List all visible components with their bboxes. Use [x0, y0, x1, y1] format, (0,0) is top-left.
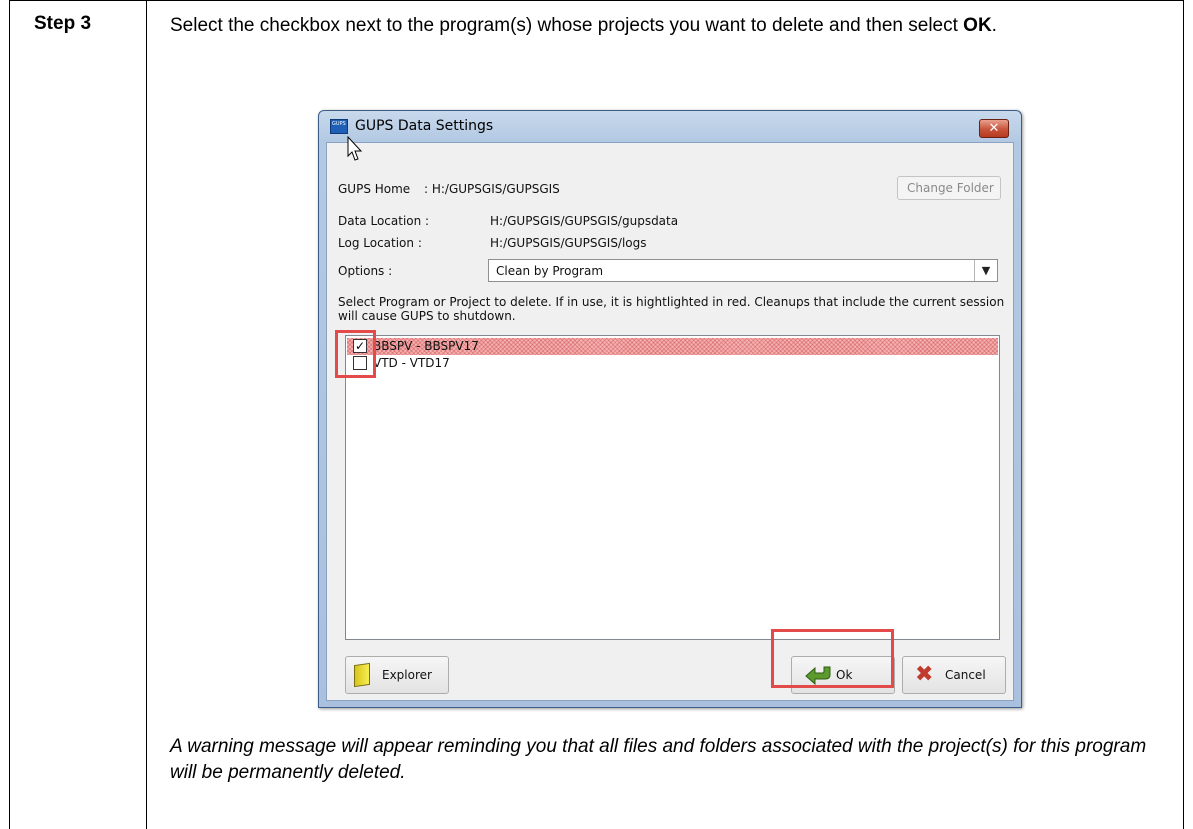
folder-icon: [354, 662, 370, 688]
dialog-body: GUPS Home : H:/GUPSGIS/GUPSGIS Change Fo…: [326, 142, 1014, 701]
table-border-top: [9, 0, 1183, 1]
dialog-title: GUPS Data Settings: [355, 118, 494, 134]
step-instruction: Select the checkbox next to the program(…: [170, 15, 997, 36]
options-selected-value: Clean by Program: [496, 264, 604, 278]
checkbox-highlight-box: [335, 330, 376, 378]
cleanup-description: Select Program or Project to delete. If …: [338, 295, 1005, 323]
data-location-value: H:/GUPSGIS/GUPSGIS/gupsdata: [490, 214, 679, 228]
gups-icon: GUPS: [330, 119, 348, 134]
options-label: Options :: [338, 264, 393, 278]
list-item[interactable]: ✓ BBSPV - BBSPV17: [347, 338, 998, 355]
mouse-cursor-icon: [347, 136, 363, 161]
dialog-title-bar[interactable]: GUPS GUPS Data Settings ✕: [319, 111, 1021, 141]
list-item[interactable]: VTD - VTD17: [347, 355, 998, 372]
log-location-value: H:/GUPSGIS/GUPSGIS/logs: [490, 236, 647, 250]
ok-button-highlight-box: [771, 629, 894, 688]
table-column-divider: [146, 0, 147, 829]
gups-data-settings-dialog: GUPS GUPS Data Settings ✕ GUPS Home : H:…: [318, 110, 1022, 708]
table-border-left: [9, 0, 10, 829]
step-label: Step 3: [34, 13, 92, 34]
gups-home-label: GUPS Home: [338, 182, 411, 196]
change-folder-button[interactable]: Change Folder: [897, 176, 1001, 200]
red-x-icon: ✖: [915, 662, 934, 687]
ok-emphasis: OK: [963, 15, 992, 36]
data-location-label: Data Location :: [338, 214, 430, 228]
table-border-right: [1183, 0, 1184, 829]
options-dropdown[interactable]: Clean by Program ▼: [488, 259, 998, 282]
cancel-button[interactable]: ✖ Cancel: [902, 656, 1006, 694]
warning-note: A warning message will appear reminding …: [170, 736, 1147, 783]
gups-home-value: : H:/GUPSGIS/GUPSGIS: [424, 182, 560, 196]
program-label: VTD - VTD17: [373, 356, 450, 370]
close-button[interactable]: ✕: [979, 119, 1009, 138]
explorer-button[interactable]: Explorer: [345, 656, 449, 694]
program-label: BBSPV - BBSPV17: [373, 339, 479, 353]
chevron-down-icon[interactable]: ▼: [974, 260, 997, 281]
document-step-table: Step 3 Select the checkbox next to the p…: [0, 0, 1193, 829]
program-list[interactable]: ✓ BBSPV - BBSPV17 VTD - VTD17: [345, 335, 1000, 640]
log-location-label: Log Location :: [338, 236, 422, 250]
